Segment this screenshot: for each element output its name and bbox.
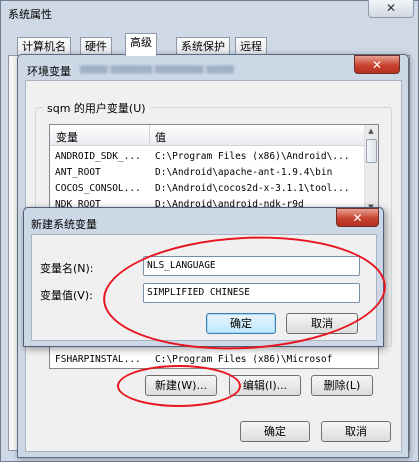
blurred-title-background: ▆▆▆▆ ▆▆▆▆▆▆ ▆▆▆▆▆▆▆ ▆▆▆▆ <box>80 64 234 74</box>
table-row-name[interactable]: ANDROID_SDK_... <box>55 150 147 164</box>
variable-value-input[interactable]: SIMPLIFIED CHINESE <box>143 283 360 303</box>
environment-variables-title: 环境变量 <box>27 65 71 78</box>
new-variable-ok-button[interactable]: 确定 <box>206 313 276 334</box>
variable-name-input[interactable]: NLS_LANGUAGE <box>143 256 360 276</box>
tab-system-protection[interactable]: 系统保护 <box>176 37 230 55</box>
edit-variable-button[interactable]: 编辑(I)... <box>229 375 301 396</box>
env-cancel-button[interactable]: 取消 <box>321 421 391 442</box>
list-header <box>50 125 364 146</box>
table-row-name[interactable]: FSHARPINSTAL... <box>55 353 147 367</box>
system-properties-title: 系统属性 <box>8 8 52 21</box>
delete-variable-button[interactable]: 删除(L) <box>311 375 373 396</box>
variable-name-label: 变量名(N): <box>40 262 94 275</box>
new-variable-cancel-button[interactable]: 取消 <box>286 313 358 334</box>
table-row-value[interactable]: D:\Android\apache-ant-1.9.4\bin <box>155 166 363 180</box>
system-properties-close-button[interactable]: ✕ <box>368 0 414 18</box>
new-variable-button[interactable]: 新建(W)... <box>145 375 217 396</box>
environment-variables-close-button[interactable]: ✕ <box>354 55 400 74</box>
tab-remote[interactable]: 远程 <box>235 37 267 55</box>
scroll-up-icon[interactable]: ▲ <box>364 127 378 135</box>
env-ok-button[interactable]: 确定 <box>240 421 310 442</box>
table-row-value[interactable]: C:\Program Files (x86)\Microsof <box>155 353 363 367</box>
table-row-value[interactable]: C:\Program Files (x86)\Android\... <box>155 150 363 164</box>
column-header-variable[interactable]: 变量 <box>56 129 78 145</box>
variable-value-label: 变量值(V): <box>40 289 93 302</box>
table-row-name[interactable]: ANT_ROOT <box>55 166 147 180</box>
new-system-variable-title: 新建系统变量 <box>31 218 97 231</box>
new-variable-close-button[interactable]: ✕ <box>336 208 379 227</box>
column-separator[interactable] <box>149 125 150 146</box>
user-variables-label: sqm 的用户变量(U) <box>43 100 150 116</box>
column-header-value[interactable]: 值 <box>155 129 166 145</box>
tab-hardware[interactable]: 硬件 <box>80 37 112 55</box>
tab-computer-name[interactable]: 计算机名 <box>17 37 71 55</box>
tab-advanced[interactable]: 高级 <box>125 33 157 56</box>
scrollbar-thumb[interactable] <box>366 139 377 163</box>
table-row-value[interactable]: D:\Android\cocos2d-x-3.1.1\tool... <box>155 182 363 196</box>
table-row-name[interactable]: COCOS_CONSOL... <box>55 182 147 196</box>
